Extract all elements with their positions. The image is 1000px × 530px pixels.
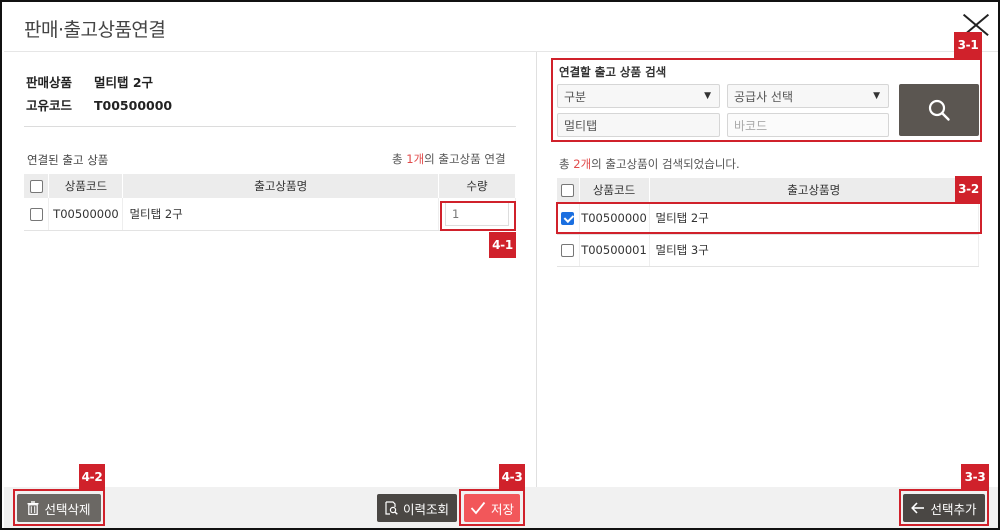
annotation-tag-4-3: 4-3 xyxy=(499,464,525,490)
dialog-title: 판매·출고상품연결 xyxy=(24,19,166,41)
save-button[interactable]: 저장 xyxy=(464,494,520,522)
sales-product-label: 판매상품 xyxy=(26,75,73,90)
row-checkbox[interactable] xyxy=(557,234,580,267)
linked-products-label: 연결된 출고 상품 xyxy=(27,153,109,167)
check-icon xyxy=(470,501,486,515)
product-name-input[interactable]: 멀티탭 xyxy=(557,113,720,137)
chevron-down-icon: ▼ xyxy=(873,91,880,101)
row-name: 멀티탭 2구 xyxy=(122,198,439,231)
annotation-box-3-2 xyxy=(556,202,982,234)
annotation-tag-3-1: 3-1 xyxy=(954,32,982,58)
col-quantity: 수량 xyxy=(438,174,516,198)
search-result-count: 총 2개의 출고상품이 검색되었습니다. xyxy=(559,157,740,171)
select-all-checkbox[interactable] xyxy=(557,178,580,202)
unique-code-value: T00500000 xyxy=(94,98,173,113)
table-row[interactable]: T00500001 멀티탭 3구 xyxy=(557,234,979,267)
info-divider xyxy=(24,126,516,127)
delete-selected-button[interactable]: 선택삭제 xyxy=(17,494,101,522)
col-product-name: 출고상품명 xyxy=(649,178,979,202)
col-product-name: 출고상품명 xyxy=(122,174,439,198)
annotation-box-4-1 xyxy=(440,201,516,231)
row-checkbox[interactable] xyxy=(24,198,50,231)
header-divider xyxy=(4,51,998,52)
supplier-select[interactable]: 공급사 선택 ▼ xyxy=(727,84,889,108)
history-button[interactable]: 이력조회 xyxy=(377,494,457,522)
search-icon xyxy=(928,99,950,121)
unique-code-label: 고유코드 xyxy=(26,98,73,113)
col-product-code: 상품코드 xyxy=(579,178,650,202)
category-select[interactable]: 구분 ▼ xyxy=(557,84,720,108)
row-name: 멀티탭 3구 xyxy=(649,234,979,267)
add-selected-button[interactable]: 선택추가 xyxy=(903,494,985,522)
col-product-code: 상품코드 xyxy=(48,174,124,198)
row-code: T00500000 xyxy=(48,198,124,231)
dialog: 판매·출고상품연결 판매상품 멀티탭 2구 고유코드 T00500000 연결된 출… xyxy=(0,0,1000,530)
table-header: 상품코드 출고상품명 xyxy=(557,178,979,202)
chevron-down-icon: ▼ xyxy=(704,91,711,101)
barcode-input[interactable]: 바코드 xyxy=(727,113,889,137)
select-all-checkbox[interactable] xyxy=(24,174,50,198)
arrow-left-icon xyxy=(911,502,925,514)
annotation-tag-4-1: 4-1 xyxy=(489,232,516,258)
unique-code-row: 고유코드 T00500000 xyxy=(26,95,172,114)
annotation-tag-3-3: 3-3 xyxy=(961,464,989,490)
trash-icon xyxy=(27,501,39,515)
table-header: 상품코드 출고상품명 수량 xyxy=(24,174,516,198)
sales-product-value: 멀티탭 2구 xyxy=(94,75,154,90)
document-search-icon xyxy=(385,501,398,515)
annotation-tag-4-2: 4-2 xyxy=(79,464,105,490)
panel-divider xyxy=(536,52,537,528)
annotation-tag-3-2: 3-2 xyxy=(955,176,982,202)
search-button[interactable] xyxy=(899,84,979,136)
sales-product-row: 판매상품 멀티탭 2구 xyxy=(26,72,153,91)
search-title: 연결할 출고 상품 검색 xyxy=(559,65,667,79)
row-code: T00500001 xyxy=(579,234,650,267)
linked-count: 총 1개의 출고상품 연결 xyxy=(392,152,506,166)
